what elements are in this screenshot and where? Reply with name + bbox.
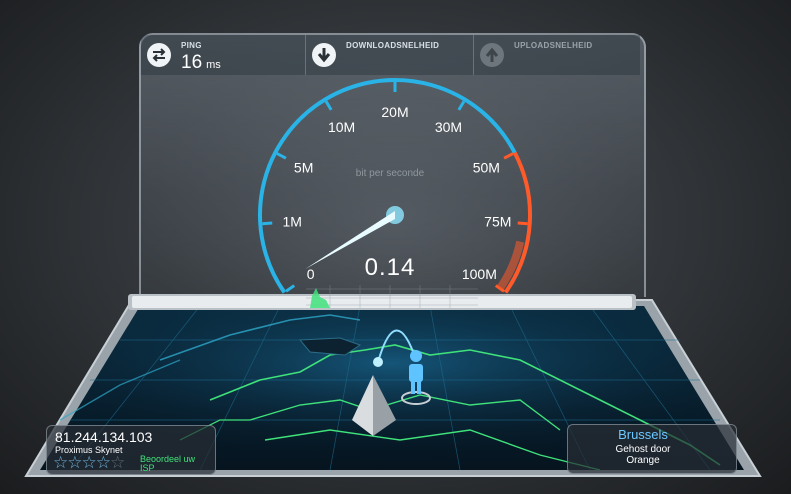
speed-history-graph <box>306 285 478 308</box>
isp-rating-stars[interactable]: ☆☆☆☆☆ <box>53 453 125 473</box>
server-host: Gehost door Orange <box>568 444 718 466</box>
hosted-by-label: Gehost door <box>615 444 671 455</box>
rate-isp-link[interactable]: Beoordeel uw ISP <box>140 455 210 473</box>
rating-star-icon[interactable]: ☆ <box>96 453 111 472</box>
server-info-box: Brussels Gehost door Orange <box>567 424 737 474</box>
client-ip: 81.244.134.103 <box>55 429 153 445</box>
host-name: Orange <box>626 455 660 466</box>
server-city[interactable]: Brussels <box>568 427 718 442</box>
client-info-box: 81.244.134.103 Proximus Skynet ☆☆☆☆☆ Beo… <box>46 425 216 475</box>
speedtest-stage: PING 16 ms DOWNLOADSNELHEID UPLOADSNELHEI… <box>0 0 791 494</box>
rating-star-icon[interactable]: ☆ <box>82 453 97 472</box>
rating-star-icon[interactable]: ☆ <box>110 453 125 472</box>
rating-star-icon[interactable]: ☆ <box>67 453 82 472</box>
rating-star-icon[interactable]: ☆ <box>53 453 68 472</box>
